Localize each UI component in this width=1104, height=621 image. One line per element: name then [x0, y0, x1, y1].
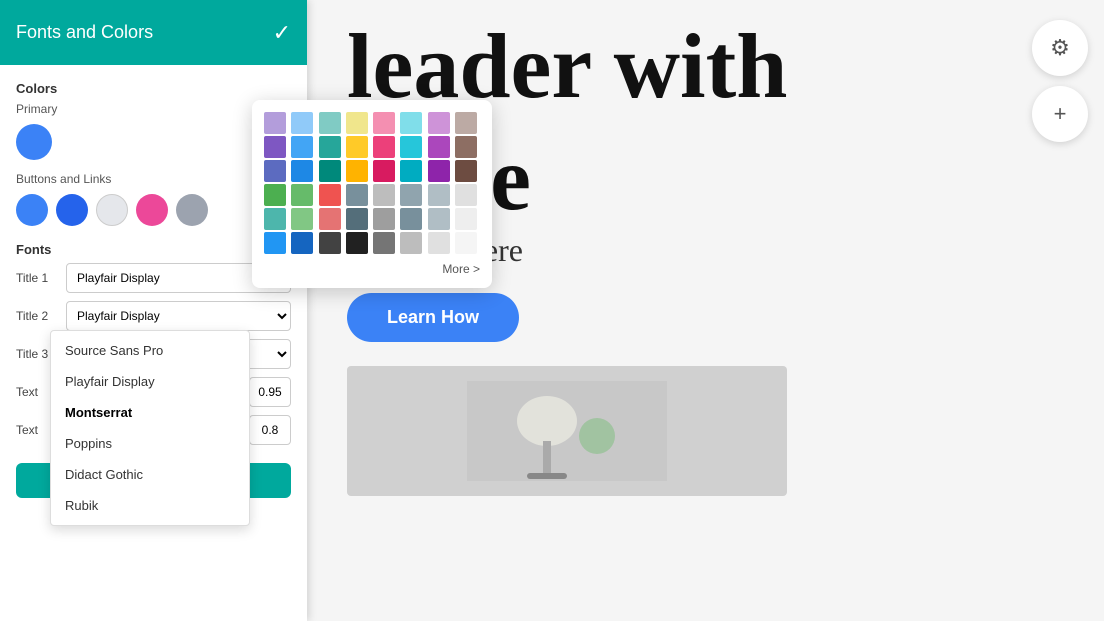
- main-content: leader with nage r subtitle here Learn H…: [307, 0, 1104, 621]
- font-row-title2: Title 2 Playfair Display: [16, 301, 291, 331]
- color-cell[interactable]: [291, 136, 313, 158]
- color-cell[interactable]: [291, 160, 313, 182]
- color-cell[interactable]: [291, 232, 313, 254]
- text1-size-input[interactable]: [249, 377, 291, 407]
- color-cell[interactable]: [400, 160, 422, 182]
- sidebar-header: Fonts and Colors ✓: [0, 0, 307, 65]
- right-toolbar: ⚙ +: [1032, 20, 1088, 142]
- title2-font-select[interactable]: Playfair Display: [66, 301, 291, 331]
- color-cell[interactable]: [319, 160, 341, 182]
- dropdown-item-didact[interactable]: Didact Gothic: [51, 459, 249, 490]
- color-grid: [264, 112, 480, 254]
- color-cell[interactable]: [319, 232, 341, 254]
- dropdown-item-montserrat[interactable]: Montserrat: [51, 397, 249, 428]
- color-cell[interactable]: [373, 112, 395, 134]
- color-cell[interactable]: [455, 232, 477, 254]
- popup-more-link[interactable]: More >: [264, 262, 480, 276]
- primary-swatch-row: [16, 124, 291, 160]
- swatch-1[interactable]: [56, 194, 88, 226]
- color-cell[interactable]: [319, 184, 341, 206]
- title2-label: Title 2: [16, 309, 60, 323]
- color-picker-popup: More >: [252, 100, 492, 288]
- color-cell[interactable]: [346, 112, 368, 134]
- color-cell[interactable]: [400, 208, 422, 230]
- hero-text-line1: leader with: [307, 0, 1104, 112]
- font-row-title1: Title 1 Playfair Display: [16, 263, 291, 293]
- dropdown-item-poppins[interactable]: Poppins: [51, 428, 249, 459]
- color-cell[interactable]: [373, 136, 395, 158]
- color-cell[interactable]: [455, 208, 477, 230]
- lamp-illustration: [467, 381, 667, 481]
- color-cell[interactable]: [428, 232, 450, 254]
- primary-swatch[interactable]: [16, 124, 52, 160]
- color-swatches: [16, 194, 291, 226]
- swatch-0[interactable]: [16, 194, 48, 226]
- learn-how-button[interactable]: Learn How: [347, 293, 519, 342]
- color-cell[interactable]: [373, 208, 395, 230]
- color-cell[interactable]: [455, 160, 477, 182]
- gear-icon: ⚙: [1050, 35, 1070, 61]
- panel-title: Fonts and Colors: [16, 22, 153, 43]
- swatch-4[interactable]: [176, 194, 208, 226]
- color-cell[interactable]: [455, 136, 477, 158]
- color-cell[interactable]: [264, 184, 286, 206]
- swatch-3[interactable]: [136, 194, 168, 226]
- color-cell[interactable]: [455, 184, 477, 206]
- swatch-2[interactable]: [96, 194, 128, 226]
- color-cell[interactable]: [428, 160, 450, 182]
- color-cell[interactable]: [455, 112, 477, 134]
- color-cell[interactable]: [346, 160, 368, 182]
- dropdown-item-playfair[interactable]: Playfair Display: [51, 366, 249, 397]
- color-cell[interactable]: [291, 184, 313, 206]
- text2-size-input[interactable]: [249, 415, 291, 445]
- color-cell[interactable]: [319, 112, 341, 134]
- title1-label: Title 1: [16, 271, 60, 285]
- color-cell[interactable]: [291, 208, 313, 230]
- color-cell[interactable]: [264, 232, 286, 254]
- dropdown-item-source-sans[interactable]: Source Sans Pro: [51, 335, 249, 366]
- color-cell[interactable]: [319, 208, 341, 230]
- hero-image: [347, 366, 787, 496]
- color-cell[interactable]: [291, 112, 313, 134]
- color-cell[interactable]: [346, 184, 368, 206]
- color-cell[interactable]: [346, 136, 368, 158]
- color-cell[interactable]: [264, 136, 286, 158]
- colors-section-label: Colors: [16, 81, 291, 96]
- color-cell[interactable]: [400, 184, 422, 206]
- plus-icon: +: [1054, 101, 1067, 127]
- color-cell[interactable]: [400, 136, 422, 158]
- color-cell[interactable]: [373, 160, 395, 182]
- color-cell[interactable]: [264, 208, 286, 230]
- font-dropdown: Source Sans Pro Playfair Display Montser…: [50, 330, 250, 526]
- color-cell[interactable]: [400, 232, 422, 254]
- color-cell[interactable]: [319, 136, 341, 158]
- confirm-icon[interactable]: ✓: [273, 20, 291, 46]
- color-cell[interactable]: [400, 112, 422, 134]
- settings-button[interactable]: ⚙: [1032, 20, 1088, 76]
- color-cell[interactable]: [346, 208, 368, 230]
- color-cell[interactable]: [428, 136, 450, 158]
- color-cell[interactable]: [373, 184, 395, 206]
- color-cell[interactable]: [428, 184, 450, 206]
- color-cell[interactable]: [264, 160, 286, 182]
- fonts-section-label: Fonts: [16, 242, 291, 257]
- color-cell[interactable]: [428, 208, 450, 230]
- add-button[interactable]: +: [1032, 86, 1088, 142]
- buttons-links-label: Buttons and Links: [16, 172, 291, 186]
- color-cell[interactable]: [373, 232, 395, 254]
- color-cell[interactable]: [264, 112, 286, 134]
- primary-label: Primary: [16, 102, 291, 116]
- color-cell[interactable]: [428, 112, 450, 134]
- color-cell[interactable]: [346, 232, 368, 254]
- sidebar: Fonts and Colors ✓ Colors Primary Button…: [0, 0, 307, 621]
- dropdown-item-rubik[interactable]: Rubik: [51, 490, 249, 521]
